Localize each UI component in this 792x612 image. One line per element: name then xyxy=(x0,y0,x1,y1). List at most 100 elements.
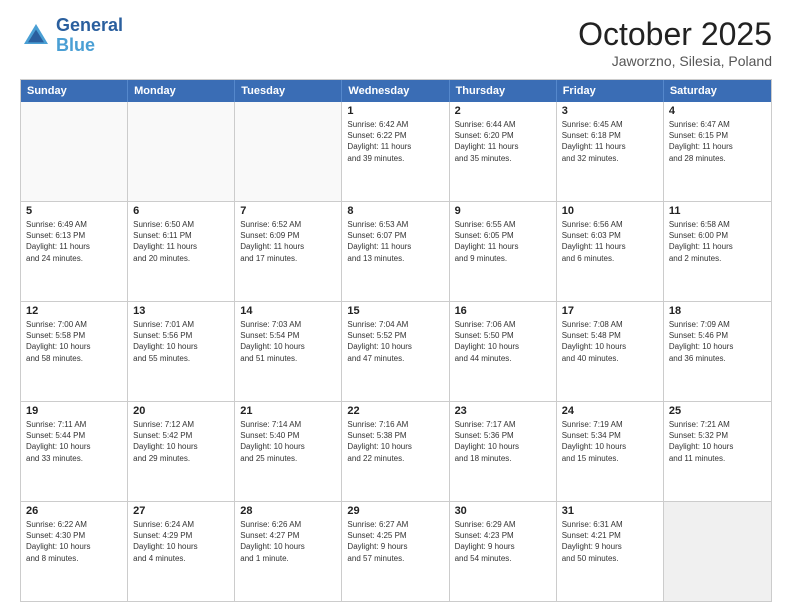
cell-info: Sunrise: 7:14 AM Sunset: 5:40 PM Dayligh… xyxy=(240,419,336,464)
day-number: 27 xyxy=(133,505,229,517)
cell-info: Sunrise: 7:04 AM Sunset: 5:52 PM Dayligh… xyxy=(347,319,443,364)
cal-cell: 3Sunrise: 6:45 AM Sunset: 6:18 PM Daylig… xyxy=(557,102,664,201)
day-number: 11 xyxy=(669,205,766,217)
day-number: 28 xyxy=(240,505,336,517)
day-number: 4 xyxy=(669,105,766,117)
header-cell-tuesday: Tuesday xyxy=(235,80,342,102)
day-number: 5 xyxy=(26,205,122,217)
calendar: SundayMondayTuesdayWednesdayThursdayFrid… xyxy=(20,79,772,602)
logo-line2: Blue xyxy=(56,36,123,56)
day-number: 21 xyxy=(240,405,336,417)
cal-cell xyxy=(21,102,128,201)
cal-cell: 11Sunrise: 6:58 AM Sunset: 6:00 PM Dayli… xyxy=(664,202,771,301)
logo-icon xyxy=(20,20,52,52)
calendar-row-5: 26 Sunrise: 6:22 AM Sunset: 4:30 PM Dayli… xyxy=(21,501,771,601)
cell-info: Sunrise: 7:17 AM Sunset: 5:36 PM Dayligh… xyxy=(455,419,551,464)
cell-info: Sunrise: 6:22 AM Sunset: 4:30 PM Dayligh… xyxy=(26,519,122,564)
cal-cell: 2 Sunrise: 6:44 AM Sunset: 6:20 PM Daylig… xyxy=(450,102,557,201)
logo-line1: General xyxy=(56,16,123,36)
cal-cell: 24 Sunrise: 7:19 AM Sunset: 5:34 PM Dayli… xyxy=(557,402,664,501)
main-title: October 2025 xyxy=(578,16,772,53)
cell-info: Sunrise: 6:47 AM Sunset: 6:15 PM Dayligh… xyxy=(669,119,766,164)
cal-cell: 27Sunrise: 6:24 AM Sunset: 4:29 PM Dayli… xyxy=(128,502,235,601)
title-block: October 2025 Jaworzno, Silesia, Poland xyxy=(578,16,772,69)
day-number: 15 xyxy=(347,305,443,317)
cal-cell: 25 Sunrise: 7:21 AM Sunset: 5:32 PM Dayli… xyxy=(664,402,771,501)
cal-cell xyxy=(128,102,235,201)
day-number: 2 xyxy=(455,105,551,117)
header-cell-saturday: Saturday xyxy=(664,80,771,102)
header-cell-monday: Monday xyxy=(128,80,235,102)
calendar-row-1: 1 Sunrise: 6:42 AM Sunset: 6:22 PM Daylig… xyxy=(21,102,771,201)
cell-info: Sunrise: 6:56 AM Sunset: 6:03 PM Dayligh… xyxy=(562,219,658,264)
cell-info: Sunrise: 6:31 AM Sunset: 4:21 PM Dayligh… xyxy=(562,519,658,564)
cal-cell: 30Sunrise: 6:29 AM Sunset: 4:23 PM Dayli… xyxy=(450,502,557,601)
cell-info: Sunrise: 6:42 AM Sunset: 6:22 PM Dayligh… xyxy=(347,119,443,164)
cell-info: Sunrise: 6:49 AM Sunset: 6:13 PM Dayligh… xyxy=(26,219,122,264)
cal-cell xyxy=(664,502,771,601)
calendar-body: 1 Sunrise: 6:42 AM Sunset: 6:22 PM Daylig… xyxy=(21,102,771,601)
cell-info: Sunrise: 7:06 AM Sunset: 5:50 PM Dayligh… xyxy=(455,319,551,364)
day-number: 16 xyxy=(455,305,551,317)
cal-cell: 20Sunrise: 7:12 AM Sunset: 5:42 PM Dayli… xyxy=(128,402,235,501)
cal-cell: 28 Sunrise: 6:26 AM Sunset: 4:27 PM Dayli… xyxy=(235,502,342,601)
day-number: 24 xyxy=(562,405,658,417)
cal-cell: 10 Sunrise: 6:56 AM Sunset: 6:03 PM Dayli… xyxy=(557,202,664,301)
cal-cell: 9 Sunrise: 6:55 AM Sunset: 6:05 PM Daylig… xyxy=(450,202,557,301)
header: General Blue October 2025 Jaworzno, Sile… xyxy=(20,16,772,69)
day-number: 29 xyxy=(347,505,443,517)
cal-cell xyxy=(235,102,342,201)
calendar-header: SundayMondayTuesdayWednesdayThursdayFrid… xyxy=(21,80,771,102)
day-number: 9 xyxy=(455,205,551,217)
day-number: 18 xyxy=(669,305,766,317)
cal-cell: 31Sunrise: 6:31 AM Sunset: 4:21 PM Dayli… xyxy=(557,502,664,601)
day-number: 25 xyxy=(669,405,766,417)
header-cell-wednesday: Wednesday xyxy=(342,80,449,102)
day-number: 17 xyxy=(562,305,658,317)
calendar-row-3: 12Sunrise: 7:00 AM Sunset: 5:58 PM Dayli… xyxy=(21,301,771,401)
day-number: 1 xyxy=(347,105,443,117)
day-number: 26 xyxy=(26,505,122,517)
cell-info: Sunrise: 6:27 AM Sunset: 4:25 PM Dayligh… xyxy=(347,519,443,564)
cal-cell: 15 Sunrise: 7:04 AM Sunset: 5:52 PM Dayli… xyxy=(342,302,449,401)
day-number: 13 xyxy=(133,305,229,317)
cal-cell: 14Sunrise: 7:03 AM Sunset: 5:54 PM Dayli… xyxy=(235,302,342,401)
cell-info: Sunrise: 7:01 AM Sunset: 5:56 PM Dayligh… xyxy=(133,319,229,364)
cal-cell: 7 Sunrise: 6:52 AM Sunset: 6:09 PM Daylig… xyxy=(235,202,342,301)
day-number: 19 xyxy=(26,405,122,417)
cal-cell: 26 Sunrise: 6:22 AM Sunset: 4:30 PM Dayli… xyxy=(21,502,128,601)
header-cell-thursday: Thursday xyxy=(450,80,557,102)
day-number: 20 xyxy=(133,405,229,417)
cal-cell: 13 Sunrise: 7:01 AM Sunset: 5:56 PM Dayli… xyxy=(128,302,235,401)
cell-info: Sunrise: 6:52 AM Sunset: 6:09 PM Dayligh… xyxy=(240,219,336,264)
cal-cell: 4 Sunrise: 6:47 AM Sunset: 6:15 PM Daylig… xyxy=(664,102,771,201)
cell-info: Sunrise: 7:21 AM Sunset: 5:32 PM Dayligh… xyxy=(669,419,766,464)
cell-info: Sunrise: 6:26 AM Sunset: 4:27 PM Dayligh… xyxy=(240,519,336,564)
cell-info: Sunrise: 6:55 AM Sunset: 6:05 PM Dayligh… xyxy=(455,219,551,264)
logo: General Blue xyxy=(20,16,123,56)
cal-cell: 16 Sunrise: 7:06 AM Sunset: 5:50 PM Dayli… xyxy=(450,302,557,401)
day-number: 30 xyxy=(455,505,551,517)
cal-cell: 8Sunrise: 6:53 AM Sunset: 6:07 PM Daylig… xyxy=(342,202,449,301)
day-number: 23 xyxy=(455,405,551,417)
cell-info: Sunrise: 7:19 AM Sunset: 5:34 PM Dayligh… xyxy=(562,419,658,464)
cal-cell: 22 Sunrise: 7:16 AM Sunset: 5:38 PM Dayli… xyxy=(342,402,449,501)
cell-info: Sunrise: 7:00 AM Sunset: 5:58 PM Dayligh… xyxy=(26,319,122,364)
cal-cell: 12Sunrise: 7:00 AM Sunset: 5:58 PM Dayli… xyxy=(21,302,128,401)
cell-info: Sunrise: 6:53 AM Sunset: 6:07 PM Dayligh… xyxy=(347,219,443,264)
cal-cell: 23 Sunrise: 7:17 AM Sunset: 5:36 PM Dayli… xyxy=(450,402,557,501)
cell-info: Sunrise: 6:45 AM Sunset: 6:18 PM Dayligh… xyxy=(562,119,658,164)
header-cell-friday: Friday xyxy=(557,80,664,102)
day-number: 14 xyxy=(240,305,336,317)
day-number: 10 xyxy=(562,205,658,217)
calendar-row-2: 5 Sunrise: 6:49 AM Sunset: 6:13 PM Daylig… xyxy=(21,201,771,301)
cell-info: Sunrise: 7:16 AM Sunset: 5:38 PM Dayligh… xyxy=(347,419,443,464)
page: General Blue October 2025 Jaworzno, Sile… xyxy=(0,0,792,612)
day-number: 22 xyxy=(347,405,443,417)
cal-cell: 1 Sunrise: 6:42 AM Sunset: 6:22 PM Daylig… xyxy=(342,102,449,201)
cell-info: Sunrise: 7:08 AM Sunset: 5:48 PM Dayligh… xyxy=(562,319,658,364)
cal-cell: 19Sunrise: 7:11 AM Sunset: 5:44 PM Dayli… xyxy=(21,402,128,501)
cell-info: Sunrise: 6:50 AM Sunset: 6:11 PM Dayligh… xyxy=(133,219,229,264)
cell-info: Sunrise: 6:44 AM Sunset: 6:20 PM Dayligh… xyxy=(455,119,551,164)
day-number: 7 xyxy=(240,205,336,217)
